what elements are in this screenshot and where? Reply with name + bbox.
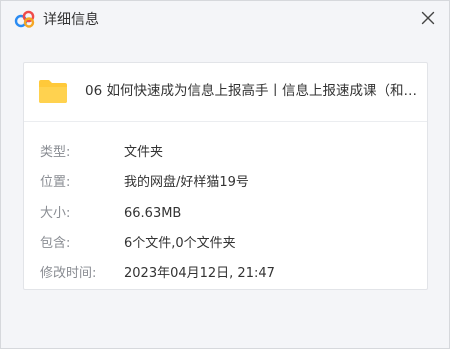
detail-label: 包含: [40,236,71,251]
detail-row-modified: 修改时间: 2023年04月12日, 21:47 [24,264,427,284]
detail-row-type: 类型: 文件夹 [24,143,427,163]
dialog-title: 详细信息 [43,12,99,28]
close-icon [421,11,435,25]
close-button[interactable] [415,5,441,31]
detail-row-location: 位置: 我的网盘/好样猫19号 [24,173,427,193]
file-name: 06 如何快速成为信息上报高手丨信息上报速成课（和颜... [85,83,419,99]
file-details-dialog: 详细信息 06 如何快速成为信息上报高手丨信息上报速成课（和颜... 类型: 文… [0,0,450,349]
detail-label: 类型: [40,145,71,160]
detail-label: 位置: [40,175,71,190]
detail-label: 修改时间: [40,266,97,281]
detail-value: 2023年04月12日, 21:47 [124,266,275,281]
detail-value: 6个文件,0个文件夹 [124,236,236,251]
file-header: 06 如何快速成为信息上报高手丨信息上报速成课（和颜... [24,63,427,122]
detail-row-contents: 包含: 6个文件,0个文件夹 [24,234,427,254]
detail-value: 66.63MB [124,206,182,221]
title-bar[interactable]: 详细信息 [1,1,449,39]
folder-icon [39,80,67,103]
detail-value: 文件夹 [124,145,164,160]
detail-value: 我的网盘/好样猫19号 [124,175,249,190]
detail-label: 大小: [40,206,71,221]
detail-row-size: 大小: 66.63MB [24,204,427,224]
baidu-netdisk-logo-icon [14,10,35,28]
details-card: 06 如何快速成为信息上报高手丨信息上报速成课（和颜... 类型: 文件夹 位置… [23,62,428,290]
